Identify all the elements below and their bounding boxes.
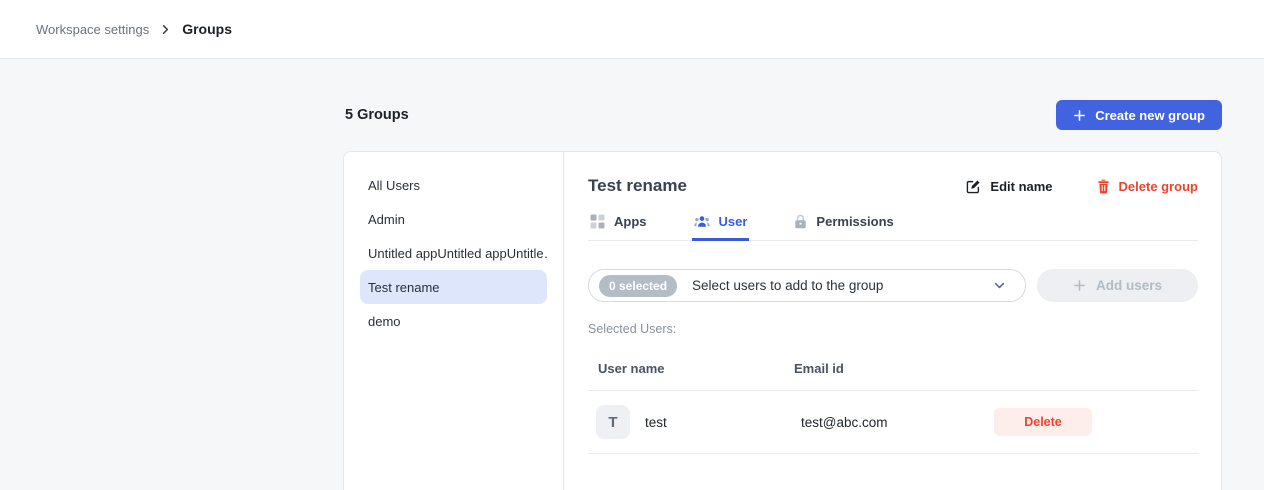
column-header-user-name: User name — [598, 361, 794, 376]
group-detail-panel: Test rename Edit name — [564, 152, 1221, 490]
group-item-label: demo — [368, 314, 401, 329]
table-row: T test test@abc.com Delete — [588, 391, 1198, 454]
delete-group-label: Delete group — [1119, 179, 1198, 194]
user-select-dropdown[interactable]: 0 selected Select users to add to the gr… — [588, 269, 1026, 302]
breadcrumb-workspace-settings[interactable]: Workspace settings — [36, 22, 149, 37]
group-tabs: Apps User — [588, 211, 1198, 241]
group-item-label: Test rename — [368, 280, 440, 295]
group-actions: Edit name Delete group — [966, 179, 1198, 194]
plus-icon — [1073, 279, 1086, 292]
add-users-label: Add users — [1096, 278, 1162, 293]
plus-icon — [1073, 109, 1086, 122]
column-header-email-id: Email id — [794, 361, 994, 376]
sidebar-item-admin[interactable]: Admin — [360, 202, 547, 236]
edit-name-label: Edit name — [990, 179, 1052, 194]
users-table-header: User name Email id — [588, 361, 1198, 391]
group-item-label: All Users — [368, 178, 420, 193]
apps-grid-icon — [590, 214, 605, 229]
sidebar-item-test-rename[interactable]: Test rename — [360, 270, 547, 304]
top-header: Workspace settings Groups — [0, 0, 1264, 59]
group-item-label: Untitled appUntitled appUntitle… — [368, 246, 547, 261]
group-title: Test rename — [588, 176, 687, 196]
avatar: T — [596, 405, 630, 439]
create-new-group-label: Create new group — [1095, 108, 1205, 123]
create-new-group-button[interactable]: Create new group — [1056, 100, 1222, 130]
selected-count-badge: 0 selected — [599, 275, 677, 297]
sidebar-item-demo[interactable]: demo — [360, 304, 547, 338]
chevron-down-icon — [993, 279, 1006, 292]
tab-permissions[interactable]: Permissions — [792, 211, 895, 240]
tab-permissions-label: Permissions — [816, 214, 893, 229]
delete-group-button[interactable]: Delete group — [1097, 179, 1198, 194]
tab-apps[interactable]: Apps — [588, 211, 649, 240]
group-item-label: Admin — [368, 212, 405, 227]
users-table: User name Email id T test test@abc.com D… — [588, 361, 1198, 454]
tab-user[interactable]: User — [692, 211, 750, 240]
user-name-cell: T test — [596, 405, 801, 439]
edit-name-button[interactable]: Edit name — [966, 179, 1052, 194]
breadcrumb-current-groups: Groups — [182, 21, 232, 37]
tab-apps-label: Apps — [614, 214, 647, 229]
groups-page: 5 Groups Create new group All Users Admi… — [343, 100, 1222, 490]
user-email: test@abc.com — [801, 415, 994, 430]
users-icon — [694, 214, 710, 229]
add-users-button[interactable]: Add users — [1037, 269, 1198, 302]
user-name: test — [645, 415, 667, 430]
tab-user-label: User — [719, 214, 748, 229]
groups-card: All Users Admin Untitled appUntitled app… — [343, 151, 1222, 490]
lock-icon — [794, 214, 807, 229]
user-select-placeholder: Select users to add to the group — [692, 278, 993, 293]
chevron-right-icon — [160, 24, 171, 35]
group-list: All Users Admin Untitled appUntitled app… — [344, 152, 564, 490]
trash-icon — [1097, 179, 1110, 194]
groups-count: 5 Groups — [345, 107, 409, 123]
sidebar-item-untitled-app[interactable]: Untitled appUntitled appUntitle… — [360, 236, 547, 270]
group-panel-header: Test rename Edit name — [588, 176, 1198, 196]
delete-user-button[interactable]: Delete — [994, 408, 1092, 436]
edit-pencil-icon — [966, 179, 981, 194]
page-heading-row: 5 Groups Create new group — [343, 100, 1222, 130]
selected-users-label: Selected Users: — [588, 322, 1198, 336]
sidebar-item-all-users[interactable]: All Users — [360, 168, 547, 202]
add-users-row: 0 selected Select users to add to the gr… — [588, 269, 1198, 302]
